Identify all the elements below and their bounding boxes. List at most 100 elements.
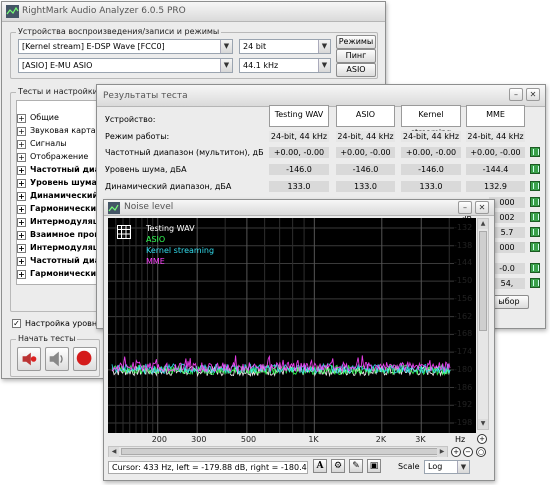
- tree-item-intermod-1[interactable]: + Интермодуляц: [17, 215, 99, 228]
- close-button[interactable]: ✕: [526, 88, 540, 101]
- ping-button[interactable]: Пинг: [336, 49, 376, 63]
- scroll-down-arrow[interactable]: ▼: [478, 419, 488, 429]
- graph-icon[interactable]: [530, 164, 540, 174]
- result-value: -146.0: [336, 164, 395, 175]
- graph-icon[interactable]: [530, 242, 540, 252]
- modes-button[interactable]: Режимы: [336, 35, 376, 49]
- devices-group-label: Устройства воспроизведения/записи и режи…: [16, 27, 222, 36]
- tools-button[interactable]: ✎: [349, 459, 363, 473]
- app-icon: [108, 202, 120, 214]
- asio-button[interactable]: ASIO: [336, 63, 376, 77]
- chevron-down-icon[interactable]: ▼: [318, 40, 330, 53]
- scale-select[interactable]: Log ▼: [424, 460, 470, 474]
- bits-value: 24 bit: [243, 42, 267, 51]
- level-setup-checkbox[interactable]: ✓: [12, 319, 21, 328]
- y-tick-label: -156: [454, 293, 473, 303]
- graph-icon[interactable]: [530, 147, 540, 157]
- rate-select[interactable]: 44.1 kHz ▼: [239, 58, 331, 73]
- row-label-dynamic-range: Динамический диапазон, дБА: [105, 182, 232, 191]
- vertical-scrollbar[interactable]: ▲ ▼: [477, 218, 489, 430]
- tree-item-freq-response[interactable]: + Частотный диа: [17, 163, 100, 176]
- wrench-icon: ✎: [352, 461, 360, 471]
- record-device-select[interactable]: [ASIO] E-MU ASIO ▼: [18, 58, 233, 73]
- speaker-record-icon: [22, 352, 37, 366]
- zoom-reset-icon[interactable]: ○: [476, 447, 486, 457]
- device-label: Устройство:: [105, 115, 156, 124]
- tree-item-intermod-2[interactable]: + Интермодуляц: [17, 241, 99, 254]
- horizontal-scrollbar[interactable]: ◀ ▶: [108, 446, 448, 457]
- noise-titlebar[interactable]: Noise level – ✕: [104, 200, 494, 216]
- zoom-in-icon[interactable]: +: [477, 434, 487, 444]
- x-tick-label: 3K: [415, 435, 426, 444]
- tree-item-general[interactable]: + Общие: [17, 111, 59, 124]
- graph-icon[interactable]: [530, 212, 540, 222]
- tree-item-freq-response-2[interactable]: + Частотный диа: [17, 254, 100, 267]
- legend-mme: MME: [146, 257, 165, 266]
- y-tick-label: -150: [454, 276, 473, 286]
- chevron-down-icon[interactable]: ▼: [220, 40, 232, 53]
- record-button[interactable]: [73, 347, 97, 371]
- rate-value: 44.1 kHz: [243, 61, 279, 70]
- minimize-button[interactable]: –: [509, 88, 523, 101]
- y-tick-label: -138: [454, 240, 473, 250]
- playback-test-button[interactable]: [45, 347, 69, 371]
- tree-item-display[interactable]: + Отображение: [17, 150, 88, 163]
- graph-icon[interactable]: [530, 227, 540, 237]
- gear-icon: ⚙: [333, 461, 343, 471]
- tree-item-signals[interactable]: + Сигналы: [17, 137, 67, 150]
- mode-label: Режим работы:: [105, 132, 170, 141]
- legend-kernel-streaming: Kernel streaming: [146, 246, 215, 255]
- h-scroll-thumb[interactable]: [121, 448, 441, 455]
- mode-value: 24-bit, 44 kHz: [269, 131, 329, 142]
- main-titlebar[interactable]: RightMark Audio Analyzer 6.0.5 PRO: [2, 2, 385, 22]
- chevron-down-icon[interactable]: ▼: [220, 59, 232, 72]
- scroll-right-arrow[interactable]: ▶: [437, 447, 447, 457]
- close-button[interactable]: ✕: [475, 201, 489, 214]
- chevron-down-icon[interactable]: ▼: [318, 59, 330, 72]
- graph-icon[interactable]: [530, 181, 540, 191]
- y-tick-label: -174: [454, 347, 473, 357]
- scroll-thumb[interactable]: [479, 231, 487, 331]
- zoom-out-icon[interactable]: −: [463, 447, 473, 457]
- zoom-in-icon[interactable]: +: [451, 447, 461, 457]
- mode-value: 24-bit, 44 kHz: [466, 131, 525, 142]
- scroll-left-arrow[interactable]: ◀: [109, 447, 119, 457]
- font-button[interactable]: A: [313, 459, 327, 473]
- app-icon: [6, 5, 19, 18]
- x-tick-label: 2K: [375, 435, 387, 444]
- run-test-button[interactable]: [17, 347, 41, 371]
- col-testing-wav: Testing WAV: [269, 105, 329, 127]
- results-titlebar[interactable]: Результаты теста – ✕: [97, 85, 545, 107]
- tree-item-harmonic[interactable]: + Гармонические: [17, 202, 100, 215]
- tree-item-noise-level[interactable]: + Уровень шума: [17, 176, 97, 189]
- y-tick-label: -180: [454, 364, 473, 374]
- y-tick-label: -168: [454, 329, 473, 339]
- legend-asio: ASIO: [146, 235, 166, 244]
- result-value: -146.0: [269, 164, 329, 175]
- tree-item-harmonic-2[interactable]: + Гармонические: [17, 267, 100, 280]
- select-button[interactable]: ыбор: [489, 295, 529, 309]
- mode-value: 24-bit, 44 kHz: [336, 131, 395, 142]
- legend-testing-wav: Testing WAV: [146, 224, 195, 233]
- noise-chart[interactable]: Testing WAV ASIO Kernel streaming MME: [108, 218, 476, 433]
- col-asio: ASIO: [336, 105, 395, 127]
- chart-mode-icon[interactable]: [117, 225, 131, 239]
- tree-item-crosstalk[interactable]: + Взаимное прони: [17, 228, 100, 241]
- graph-icon[interactable]: [530, 197, 540, 207]
- tree-item-dynamic-range[interactable]: + Динамический д: [17, 189, 100, 202]
- graph-icon[interactable]: [530, 278, 540, 288]
- y-tick-label: -132: [454, 223, 473, 232]
- save-button[interactable]: ▣: [367, 459, 381, 473]
- bits-select[interactable]: 24 bit ▼: [239, 39, 331, 54]
- result-value: 132.9: [466, 181, 525, 192]
- col-mme: MME: [466, 105, 525, 127]
- settings-button[interactable]: ⚙: [331, 459, 345, 473]
- graph-icon[interactable]: [530, 263, 540, 273]
- tree-item-soundcard[interactable]: + Звуковая карта: [17, 124, 96, 137]
- result-value: +0.00, -0.00: [269, 147, 329, 158]
- speaker-icon: [49, 351, 63, 367]
- playback-device-select[interactable]: [Kernel stream] E-DSP Wave [FCC0] ▼: [18, 39, 233, 54]
- scroll-up-arrow[interactable]: ▲: [478, 219, 488, 229]
- chevron-down-icon[interactable]: ▼: [457, 461, 469, 473]
- cursor-readout: Cursor: 433 Hz, left = -179.88 dB, right…: [108, 461, 308, 474]
